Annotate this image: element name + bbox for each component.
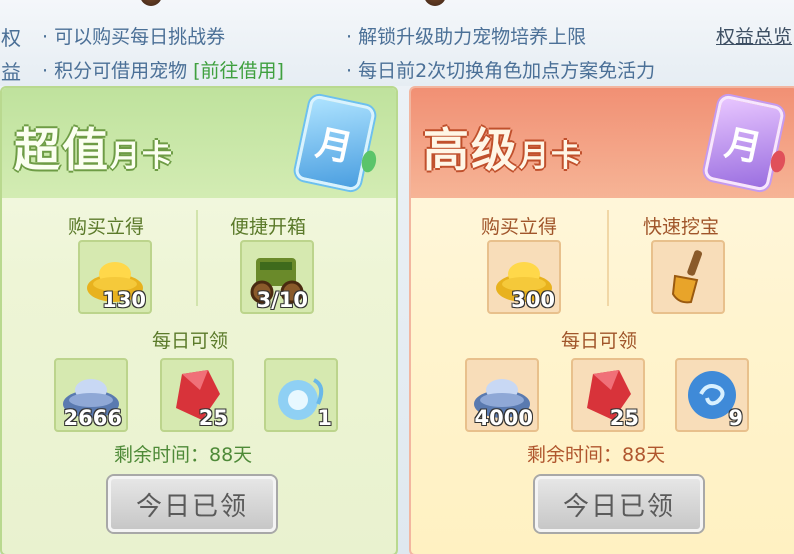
moon-card-icon: 月 — [293, 94, 379, 192]
side-label: 权 — [1, 26, 21, 50]
perk-borrow-pet: · 积分可借用宠物 [前往借用] — [42, 56, 284, 83]
daily-claim-label: 每日可领 — [152, 330, 229, 352]
shovel-icon — [671, 250, 703, 304]
remaining-time: 剩余时间：88天 — [114, 444, 253, 466]
buy-instant-label: 购买立得 — [68, 216, 145, 238]
item-count: 25 — [609, 406, 639, 430]
quick-dig-label: 快速挖宝 — [643, 216, 720, 238]
perk-borrow-pet-text: · 积分可借用宠物 — [42, 60, 188, 82]
item-count: 2666 — [63, 406, 122, 430]
daily-claim-label: 每日可领 — [561, 330, 638, 352]
item-count: 130 — [102, 288, 146, 312]
item-count: 4000 — [474, 406, 533, 430]
card-header: 高级月卡 月 — [411, 88, 794, 198]
rights-overview-link[interactable]: 权益总览 — [716, 22, 792, 49]
perk-daily-challenge: · 可以购买每日挑战券 — [42, 26, 226, 48]
perk-pet-cap: · 解锁升级助力宠物培养上限 — [346, 26, 587, 48]
item-slot[interactable]: 3/10 — [240, 240, 314, 314]
claimed-today-button[interactable]: 今日已领 — [535, 476, 703, 532]
quick-open-label: 便捷开箱 — [230, 216, 307, 238]
remaining-time: 剩余时间：88天 — [527, 444, 666, 466]
item-count: 1 — [317, 406, 332, 430]
premium-monthly-card: 高级月卡 月 购买立得 快速挖宝 300 每日可领 4000 25 9 剩余时间… — [409, 86, 794, 554]
item-slot[interactable]: 2666 — [54, 358, 128, 432]
rights-info-panel: 权 益 · 可以购买每日挑战券 · 解锁升级助力宠物培养上限 · 积分可借用宠物… — [0, 0, 794, 86]
ornament-icon — [424, 0, 446, 6]
buy-instant-label: 购买立得 — [481, 216, 558, 238]
side-label: 益 — [1, 60, 21, 84]
item-count: 25 — [198, 406, 228, 430]
item-count: 3/10 — [256, 288, 308, 312]
item-slot[interactable]: 25 — [160, 358, 234, 432]
value-monthly-card: 超值月卡 月 购买立得 便捷开箱 130 3/10 每日可领 2666 25 1… — [0, 86, 398, 554]
moon-card-icon: 月 — [702, 94, 788, 192]
item-slot[interactable]: 300 — [487, 240, 561, 314]
card-header: 超值月卡 月 — [2, 88, 396, 198]
item-count: 300 — [511, 288, 555, 312]
item-slot[interactable]: 25 — [571, 358, 645, 432]
item-slot[interactable]: 4000 — [465, 358, 539, 432]
item-slot[interactable]: 9 — [675, 358, 749, 432]
item-count: 9 — [728, 406, 743, 430]
ornament-icon — [140, 0, 162, 6]
perk-free-switch: · 每日前2次切换角色加点方案免活力 — [346, 60, 656, 82]
card-title: 高级月卡 — [423, 123, 583, 177]
claimed-today-button[interactable]: 今日已领 — [108, 476, 276, 532]
card-title: 超值月卡 — [14, 123, 174, 177]
item-slot[interactable] — [651, 240, 725, 314]
item-slot[interactable]: 1 — [264, 358, 338, 432]
item-slot[interactable]: 130 — [78, 240, 152, 314]
borrow-pet-link[interactable]: [前往借用] — [193, 60, 284, 82]
